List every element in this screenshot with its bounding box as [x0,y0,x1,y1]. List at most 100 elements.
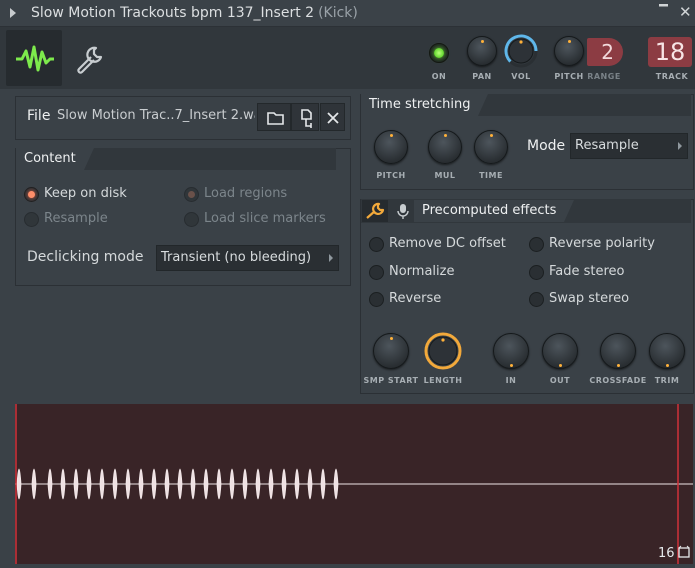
declicking-value: Transient (no bleeding) [161,250,312,265]
minimize-button[interactable] [659,2,669,18]
waveform-transient [229,468,235,500]
resample-radio[interactable] [24,212,39,227]
waveform-transient [294,468,300,500]
tab-tools[interactable] [70,40,108,78]
fade-out-knob[interactable] [542,333,578,369]
track-number[interactable]: 18 [648,37,692,67]
wrench-icon [77,46,103,74]
on-toggle[interactable] [429,43,449,63]
zoom-fit-icon [678,545,690,558]
file-tree-icon [301,109,312,128]
folder-icon [267,112,284,125]
fade-stereo-checkbox[interactable] [529,265,544,280]
length-knob[interactable] [423,331,463,371]
zoom-fit-button[interactable] [677,545,691,559]
declicking-label: Declicking mode [27,249,144,265]
waveform-transient [112,468,118,500]
waveform-transient [138,468,144,500]
mode-label: Mode [527,138,566,154]
stretch-mul-label: MUL [434,171,456,180]
file-name: Slow Motion Trac..7_Insert 2.wav [57,108,255,123]
waveform-transient [320,468,326,500]
stretch-time-label: TIME [479,171,503,180]
microphone-icon [397,204,409,219]
waveform-transient [99,468,105,500]
window-title-text: Slow Motion Trackouts bpm 137_Insert 2 [31,5,315,21]
keep-on-disk-label: Keep on disk [44,186,127,201]
window-menu-arrow-icon[interactable] [10,8,16,18]
window-title: Slow Motion Trackouts bpm 137_Insert 2 (K… [31,5,358,21]
waveform-transient [31,468,37,500]
trim-label: TRIM [654,376,680,385]
remove-dc-offset-label: Remove DC offset [389,236,506,251]
normalize-label: Normalize [389,264,455,279]
stretch-mul-knob[interactable] [428,130,462,164]
load-regions-label: Load regions [204,186,288,201]
load-slice-markers-checkbox[interactable] [184,212,199,227]
waveform-transient [125,468,131,500]
declicking-dropdown[interactable]: Transient (no bleeding) [156,245,339,271]
precomputed-tools-button[interactable] [362,200,388,222]
length-knob-ring [424,332,462,370]
trim-knob[interactable] [649,333,685,369]
swap-stereo-label: Swap stereo [549,291,630,306]
reverse-checkbox[interactable] [369,292,384,307]
waveform-transient [60,468,66,500]
waveform-transient [281,468,287,500]
dropdown-arrow-icon [329,254,333,262]
tab-sample-settings[interactable] [6,30,62,86]
content-title: Content [16,148,94,170]
close-icon [327,112,339,124]
resample-label: Resample [44,211,108,226]
waveform-transient [242,468,248,500]
sample-start-knob[interactable] [373,333,409,369]
fade-in-knob[interactable] [493,333,529,369]
file-info-button[interactable] [291,103,319,131]
stretch-pitch-knob[interactable] [374,130,408,164]
stretch-time-knob[interactable] [474,130,508,164]
pan-knob[interactable] [467,36,497,66]
waveform-icon [16,45,54,72]
file-label: File [27,108,51,124]
volume-knob-ring [504,34,538,68]
reverse-polarity-label: Reverse polarity [549,236,655,251]
on-label: ON [431,72,447,81]
waveform-transient [73,468,79,500]
time-stretching-title: Time stretching [361,94,489,116]
browse-file-button[interactable] [257,103,291,131]
keep-on-disk-radio[interactable] [24,187,39,202]
waveform-display[interactable] [15,404,693,564]
normalize-checkbox[interactable] [369,265,384,280]
swap-stereo-checkbox[interactable] [529,292,544,307]
sample-start-label: SMP START [363,376,419,385]
reverse-label: Reverse [389,291,442,306]
pitch-label: PITCH [554,72,584,81]
zoom-value: 16 [658,546,675,561]
wrench-icon [366,202,385,219]
waveform-transient [47,468,53,500]
waveform-transient [164,468,170,500]
vol-label: VOL [511,72,531,81]
close-window-button[interactable]: ✕ [679,3,692,21]
waveform-transient [151,468,157,500]
remove-dc-offset-checkbox[interactable] [369,237,384,252]
pitch-range-value[interactable]: 2 [587,38,623,66]
load-regions-checkbox[interactable] [184,187,199,202]
waveform-transient [190,468,196,500]
clear-file-button[interactable] [320,103,345,131]
load-slice-markers-label: Load slice markers [204,211,326,226]
crossfade-label: CROSSFADE [589,376,647,385]
precomputed-mic-button[interactable] [394,201,412,221]
length-label: LENGTH [423,376,463,385]
volume-knob[interactable] [503,33,539,69]
track-label: TRACK [655,72,689,81]
waveform-transient [255,468,261,500]
waveform-transient [216,468,222,500]
pitch-knob[interactable] [554,36,584,66]
crossfade-knob[interactable] [600,333,636,369]
on-led-icon [434,48,444,58]
dropdown-arrow-icon [678,142,682,150]
mode-dropdown[interactable]: Resample [570,133,688,159]
reverse-polarity-checkbox[interactable] [529,237,544,252]
waveform-transient [177,468,183,500]
